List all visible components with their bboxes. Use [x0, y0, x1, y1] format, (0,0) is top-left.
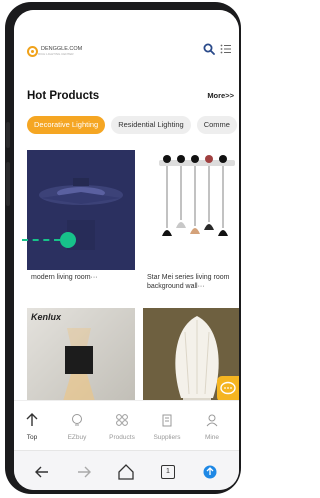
bottom-nav: Top EZbuy Products Suppliers Mine: [14, 400, 239, 451]
phone-frame: DENGGLE.COM RICH LIGHTING CENTER Hot Pro…: [5, 2, 241, 494]
product-caption: modern living room···: [31, 274, 98, 281]
drag-hint-line: [22, 239, 60, 241]
grid-icon: [116, 414, 128, 426]
menu-list-icon[interactable]: [220, 43, 232, 55]
status-bar: [14, 10, 239, 28]
chat-bubble-icon: [220, 381, 236, 395]
arrow-up-icon: [26, 413, 38, 426]
section-title: Hot Products: [27, 90, 100, 102]
hot-products-header: Hot Products More>>: [14, 86, 239, 108]
product-caption: Star Mei series living room background w…: [147, 274, 230, 290]
top-bar: DENGGLE.COM RICH LIGHTING CENTER: [14, 28, 239, 66]
browser-menu-icon[interactable]: [200, 462, 220, 482]
ceiling-fan-light-image: [27, 150, 135, 270]
back-arrow-icon[interactable]: [32, 462, 52, 482]
tabs-counter-button[interactable]: 1: [158, 462, 178, 482]
logo-subtext: RICH LIGHTING CENTER: [38, 52, 74, 56]
logo-mark-icon: [27, 45, 38, 57]
user-icon: [206, 414, 218, 427]
bulb-icon: [72, 414, 82, 426]
product-card[interactable]: modern living room···: [27, 150, 135, 282]
tab-decorative-lighting[interactable]: Decorative Lighting: [27, 116, 106, 134]
drag-handle[interactable]: [60, 232, 76, 248]
browser-toolbar: 1: [14, 450, 239, 490]
volume-down-button: [6, 162, 10, 206]
tab-count: 1: [161, 465, 175, 479]
brand-overlay: Kenlux: [31, 312, 62, 322]
home-icon[interactable]: [116, 462, 136, 482]
more-link[interactable]: More>>: [207, 91, 234, 100]
tab-commercial[interactable]: Comme: [196, 116, 237, 134]
tab-residential-lighting[interactable]: Residential Lighting: [111, 116, 191, 134]
search-icon[interactable]: [203, 43, 215, 55]
nav-suppliers[interactable]: Suppliers: [149, 413, 185, 441]
pendant-lights-image: [143, 150, 239, 270]
volume-up-button: [6, 122, 10, 148]
forward-arrow-icon[interactable]: [74, 462, 94, 482]
nav-products[interactable]: Products: [104, 413, 140, 441]
logo[interactable]: DENGGLE.COM RICH LIGHTING CENTER: [27, 43, 82, 59]
nav-ezbuy[interactable]: EZbuy: [59, 413, 95, 441]
category-tabs: Decorative Lighting Residential Lighting…: [27, 116, 237, 134]
screen: DENGGLE.COM RICH LIGHTING CENTER Hot Pro…: [14, 10, 239, 490]
building-icon: [162, 414, 172, 427]
product-card[interactable]: Star Mei series living room background w…: [143, 150, 239, 291]
nav-mine[interactable]: Mine: [194, 413, 230, 441]
nav-top[interactable]: Top: [14, 413, 50, 441]
chat-float-button[interactable]: [217, 376, 239, 402]
